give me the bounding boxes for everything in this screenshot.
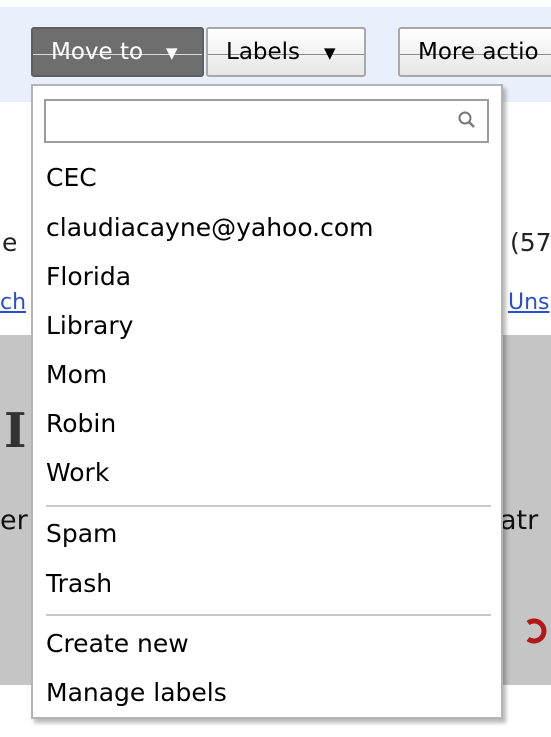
move-to-button[interactable]: Move to ▼ — [31, 27, 204, 77]
more-actions-label: More actio — [418, 39, 539, 65]
menu-item-trash[interactable]: Trash — [46, 569, 112, 599]
chevron-down-icon: ▼ — [324, 44, 336, 62]
preview-text-fragment-right: atr — [500, 505, 539, 536]
link-fragment-left[interactable]: ch — [0, 290, 26, 315]
move-to-label: Move to — [51, 39, 144, 65]
labels-button[interactable]: Labels ▼ — [206, 27, 366, 77]
decor-ring-right — [526, 618, 547, 644]
menu-item-mom[interactable]: Mom — [46, 360, 107, 390]
more-actions-button[interactable]: More actio — [398, 27, 551, 77]
chevron-down-icon: ▼ — [166, 44, 178, 62]
preview-text-fragment-left: er — [0, 505, 28, 536]
unsubscribe-link-fragment[interactable]: Uns — [508, 290, 550, 315]
menu-item-work[interactable]: Work — [46, 458, 109, 488]
heading-letter-fragment: I — [4, 403, 27, 459]
menu-item-manage-labels[interactable]: Manage labels — [46, 678, 227, 708]
menu-item-cec[interactable]: CEC — [46, 163, 97, 193]
menu-item-claudiacayne[interactable]: claudiacayne@yahoo.com — [46, 213, 374, 243]
message-row-fragment: e — [2, 228, 18, 257]
move-to-menu: CEC claudiacayne@yahoo.com Florida Libra… — [31, 84, 503, 719]
decor-ring-left — [4, 619, 24, 643]
search-icon — [458, 111, 475, 128]
labels-label: Labels — [226, 39, 301, 65]
message-count-fragment: (57 — [510, 228, 551, 257]
menu-item-florida[interactable]: Florida — [46, 262, 131, 292]
menu-item-robin[interactable]: Robin — [46, 409, 116, 439]
menu-item-create-new[interactable]: Create new — [46, 629, 189, 659]
menu-item-library[interactable]: Library — [46, 311, 133, 341]
menu-separator — [46, 614, 491, 616]
menu-separator — [46, 505, 491, 507]
menu-item-spam[interactable]: Spam — [46, 519, 117, 549]
label-search-input[interactable] — [44, 99, 489, 143]
